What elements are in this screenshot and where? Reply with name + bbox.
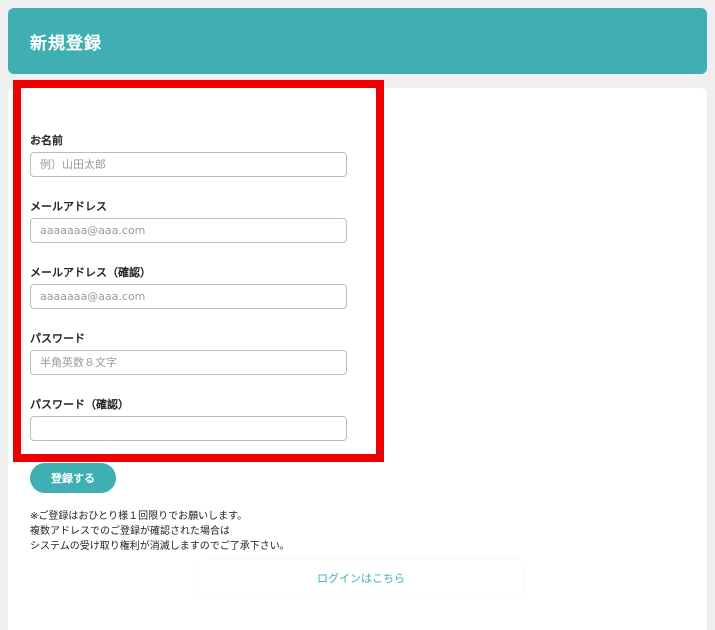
page-title: 新規登録 — [30, 33, 102, 54]
password-confirm-field-group: パスワード（確認） — [30, 398, 347, 441]
email-confirm-field-group: メールアドレス（確認） — [30, 266, 347, 309]
email-confirm-input[interactable] — [30, 284, 347, 309]
registration-notice: ※ご登録はおひとり様１回限りでお願いします。 複数アドレスでのご登録が確認された… — [30, 509, 430, 554]
login-link-box: ログインはこちら — [198, 560, 524, 596]
email-input[interactable] — [30, 218, 347, 243]
page-header: 新規登録 — [8, 8, 707, 74]
email-field-group: メールアドレス — [30, 200, 347, 243]
password-input[interactable] — [30, 350, 347, 375]
email-confirm-label: メールアドレス（確認） — [30, 266, 151, 279]
register-button[interactable]: 登録する — [30, 463, 116, 493]
password-confirm-label: パスワード（確認） — [30, 398, 129, 411]
password-field-group: パスワード — [30, 332, 347, 375]
name-field-group: お名前 — [30, 134, 347, 177]
name-input[interactable] — [30, 152, 347, 177]
login-link[interactable]: ログインはこちら — [317, 570, 405, 586]
password-label: パスワード — [30, 332, 85, 345]
notice-line: システムの受け取り権利が消滅しますのでご了承下さい。 — [30, 541, 290, 552]
notice-line: 複数アドレスでのご登録が確認された場合は — [30, 526, 230, 537]
notice-line: ※ご登録はおひとり様１回限りでお願いします。 — [30, 511, 248, 522]
email-label: メールアドレス — [30, 200, 107, 213]
password-confirm-input[interactable] — [30, 416, 347, 441]
name-label: お名前 — [30, 134, 63, 147]
